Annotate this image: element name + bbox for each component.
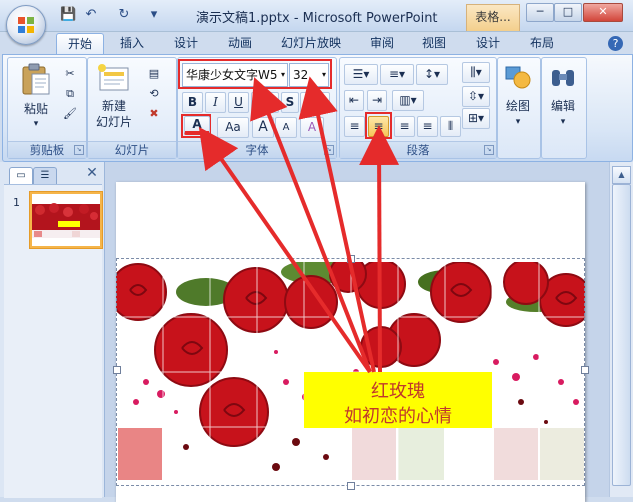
office-button[interactable]	[6, 5, 46, 45]
minimize-button[interactable]: ─	[526, 3, 554, 22]
clear-formatting-button[interactable]: A	[300, 117, 324, 138]
paste-icon[interactable]	[20, 62, 52, 96]
save-icon[interactable]: 💾	[60, 7, 76, 23]
line-spacing-icon[interactable]: ↕▾	[416, 64, 448, 85]
drawing-label[interactable]: 绘图	[497, 98, 539, 114]
copy-icon[interactable]: ⧉	[60, 84, 80, 104]
tab-review[interactable]: 审阅	[360, 33, 404, 54]
paste-dropdown-icon[interactable]: ▾	[20, 116, 52, 132]
bold-button[interactable]: B	[182, 92, 203, 113]
cut-icon[interactable]: ✂	[60, 64, 80, 84]
layout-icon[interactable]: ▤	[144, 64, 164, 84]
columns-icon[interactable]: ▥▾	[392, 90, 424, 111]
drawing-dropdown-icon[interactable]: ▾	[497, 114, 539, 130]
shrink-font-button[interactable]: A	[275, 117, 297, 138]
caption-cell[interactable]: 红玫瑰 如初恋的心情	[304, 372, 492, 428]
slides-tab-icon[interactable]: ▭	[9, 167, 33, 184]
office-logo-icon	[18, 17, 34, 33]
font-launcher-icon[interactable]: ↘	[324, 145, 334, 155]
reset-icon[interactable]: ⟲	[144, 84, 164, 104]
smartart-icon[interactable]: ⊞▾	[462, 108, 490, 129]
italic-button[interactable]: I	[205, 92, 226, 113]
decrease-indent-icon[interactable]: ⇤	[344, 90, 364, 111]
caption-line-2: 如初恋的心情	[344, 406, 452, 427]
paragraph-launcher-icon[interactable]: ↘	[484, 145, 494, 155]
font-group-label: 字体	[178, 141, 336, 158]
editing-label[interactable]: 编辑	[541, 98, 585, 114]
resize-handle-bottom[interactable]	[347, 482, 355, 490]
new-slide-icon[interactable]	[96, 62, 130, 94]
underline-button[interactable]: U	[228, 92, 249, 113]
tab-home[interactable]: 开始	[56, 33, 104, 55]
slide-thumbnail-image	[32, 194, 100, 246]
scroll-thumb[interactable]	[612, 184, 631, 486]
tab-slideshow[interactable]: 幻灯片放映	[272, 33, 350, 54]
customize-quick-access-icon[interactable]: ▾	[146, 7, 162, 23]
distributed-icon[interactable]: ⦀	[440, 116, 461, 137]
window-title: 演示文稿1.pptx - Microsoft PowerPoint	[196, 11, 438, 26]
grow-font-button[interactable]: A	[252, 117, 274, 138]
font-size-dropdown-icon[interactable]: ▾	[322, 64, 326, 86]
justify-icon[interactable]: ≡	[417, 116, 438, 137]
caption-line-1: 红玫瑰	[371, 381, 425, 402]
font-color-button[interactable]: A	[184, 116, 210, 135]
align-right-icon[interactable]: ≡	[394, 116, 415, 137]
slides-group-label: 幻灯片	[88, 141, 176, 158]
table-tools-context-tab[interactable]: 表格...	[466, 4, 520, 31]
resize-handle-top[interactable]	[347, 255, 355, 263]
tab-design[interactable]: 设计	[164, 33, 208, 54]
delete-slide-icon[interactable]: ✖	[144, 104, 164, 124]
numbering-icon[interactable]: ≡▾	[380, 64, 414, 85]
tab-table-layout[interactable]: 布局	[520, 33, 564, 54]
font-name-value: 华康少女文字W5	[186, 68, 278, 82]
undo-icon[interactable]: ↶	[83, 7, 99, 23]
slide-number: 1	[13, 196, 20, 209]
text-direction-icon[interactable]: ⫼▾	[462, 62, 490, 83]
new-slide-label-1[interactable]: 新建	[89, 98, 139, 114]
drawing-icon[interactable]	[503, 64, 533, 92]
resize-handle-right[interactable]	[581, 366, 589, 374]
bullets-icon[interactable]: ☰▾	[344, 64, 378, 85]
change-case-button[interactable]: Aa	[217, 117, 249, 138]
font-size-field[interactable]: 32 ▾	[289, 63, 329, 87]
clipboard-launcher-icon[interactable]: ↘	[74, 145, 84, 155]
pane-close-icon[interactable]: ✕	[85, 166, 99, 180]
resize-handle-left[interactable]	[113, 366, 121, 374]
align-center-icon[interactable]: ≡	[368, 116, 389, 137]
binoculars-icon[interactable]	[548, 64, 578, 92]
font-name-dropdown-icon[interactable]: ▾	[281, 64, 285, 86]
redo-icon[interactable]: ↻	[116, 7, 132, 23]
outline-tab-icon[interactable]: ☰	[33, 167, 57, 184]
close-button[interactable]: ✕	[583, 3, 623, 22]
paragraph-group-label: 段落	[340, 141, 496, 158]
scroll-up-icon[interactable]: ▲	[612, 166, 631, 184]
slide-thumbnail[interactable]	[30, 192, 102, 248]
font-name-field[interactable]: 华康少女文字W5 ▾	[182, 63, 288, 87]
align-left-icon[interactable]: ≡	[344, 116, 365, 137]
font-size-value: 32	[293, 68, 309, 82]
new-slide-label-2[interactable]: 幻灯片	[89, 114, 139, 130]
tab-table-design[interactable]: 设计	[466, 33, 510, 54]
editing-dropdown-icon[interactable]: ▾	[541, 114, 585, 130]
tab-insert[interactable]: 插入	[110, 33, 154, 54]
align-text-icon[interactable]: ⇳▾	[462, 86, 490, 107]
strikethrough-button[interactable]: abc	[251, 92, 279, 113]
tab-view[interactable]: 视图	[412, 33, 456, 54]
maximize-button[interactable]: □	[554, 3, 582, 22]
help-icon[interactable]: ?	[608, 36, 623, 51]
increase-indent-icon[interactable]: ⇥	[367, 90, 387, 111]
paste-label[interactable]: 粘贴	[20, 101, 52, 117]
shadow-button[interactable]: S	[281, 92, 299, 113]
character-spacing-button[interactable]: AV	[300, 92, 330, 113]
tab-animations[interactable]: 动画	[218, 33, 262, 54]
format-painter-icon[interactable]: 🖌	[60, 104, 80, 124]
